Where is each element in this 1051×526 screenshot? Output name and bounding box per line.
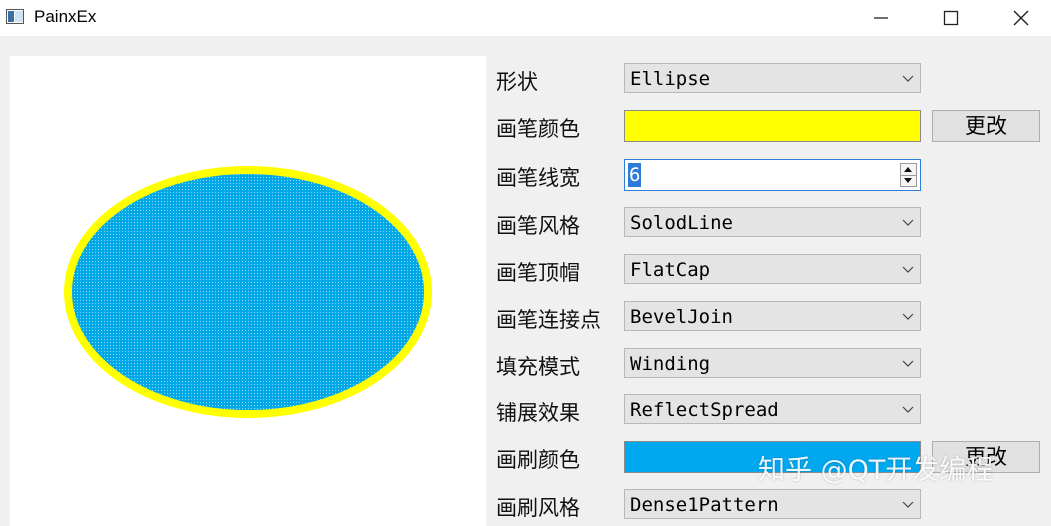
chevron-down-icon <box>902 406 914 413</box>
pen-style-value: SolodLine <box>630 212 733 234</box>
pen-style-label: 画笔风格 <box>496 214 580 238</box>
chevron-down-icon <box>902 501 914 508</box>
shape-value: Ellipse <box>630 68 711 90</box>
spin-down-icon[interactable] <box>904 178 912 183</box>
fill-rule-value: Winding <box>630 353 711 375</box>
pen-join-row: 画笔连接点 BevelJoin <box>496 301 1046 333</box>
window-title: PainxEx <box>34 7 97 26</box>
chevron-down-icon <box>902 219 914 226</box>
pen-cap-combobox[interactable]: FlatCap <box>624 254 921 284</box>
spin-buttons[interactable] <box>900 163 917 187</box>
paint-canvas <box>10 56 486 526</box>
spin-up-icon[interactable] <box>904 167 912 172</box>
shape-label: 形状 <box>496 70 538 94</box>
fill-rule-label: 填充模式 <box>496 355 580 379</box>
pen-width-value: 6 <box>628 163 642 187</box>
fill-rule-row: 填充模式 Winding <box>496 348 1046 380</box>
maximize-icon <box>943 10 959 26</box>
chevron-down-icon <box>902 360 914 367</box>
spread-row: 铺展效果 ReflectSpread <box>496 394 1046 426</box>
pen-width-label: 画笔线宽 <box>496 166 580 190</box>
pen-width-spinbox[interactable]: 6 <box>624 159 921 191</box>
close-button[interactable] <box>986 0 1051 36</box>
pen-color-swatch <box>624 110 921 142</box>
pen-style-combobox[interactable]: SolodLine <box>624 207 921 237</box>
pen-width-row: 画笔线宽 6 <box>496 159 1046 191</box>
spread-value: ReflectSpread <box>630 399 779 421</box>
pen-join-combobox[interactable]: BevelJoin <box>624 301 921 331</box>
pen-cap-value: FlatCap <box>630 259 711 281</box>
brush-style-combobox[interactable]: Dense1Pattern <box>624 489 921 519</box>
app-icon <box>6 9 24 24</box>
fill-rule-combobox[interactable]: Winding <box>624 348 921 378</box>
maximize-button[interactable] <box>916 0 986 36</box>
pen-join-label: 画笔连接点 <box>496 308 601 332</box>
brush-color-label: 画刷颜色 <box>496 448 580 472</box>
chevron-down-icon <box>902 75 914 82</box>
pen-color-label: 画笔颜色 <box>496 117 580 141</box>
painted-ellipse <box>64 166 432 418</box>
pen-color-change-button[interactable]: 更改 <box>932 110 1040 142</box>
shape-row: 形状 Ellipse <box>496 63 1046 95</box>
minimize-icon <box>874 17 888 19</box>
spread-combobox[interactable]: ReflectSpread <box>624 394 921 424</box>
brush-style-row: 画刷风格 Dense1Pattern <box>496 489 1046 521</box>
watermark: 知乎 @QT开发编程 <box>758 455 994 486</box>
pen-cap-row: 画笔顶帽 FlatCap <box>496 254 1046 286</box>
minimize-button[interactable] <box>846 0 916 36</box>
brush-style-label: 画刷风格 <box>496 496 580 520</box>
pen-style-row: 画笔风格 SolodLine <box>496 207 1046 239</box>
spread-label: 铺展效果 <box>496 401 580 425</box>
shape-combobox[interactable]: Ellipse <box>624 63 921 93</box>
pen-cap-label: 画笔顶帽 <box>496 261 580 285</box>
close-icon <box>1013 10 1029 26</box>
chevron-down-icon <box>902 266 914 273</box>
pen-join-value: BevelJoin <box>630 306 733 328</box>
title-bar: PainxEx <box>0 0 1051 36</box>
chevron-down-icon <box>902 313 914 320</box>
pen-color-row: 画笔颜色 更改 <box>496 110 1046 142</box>
